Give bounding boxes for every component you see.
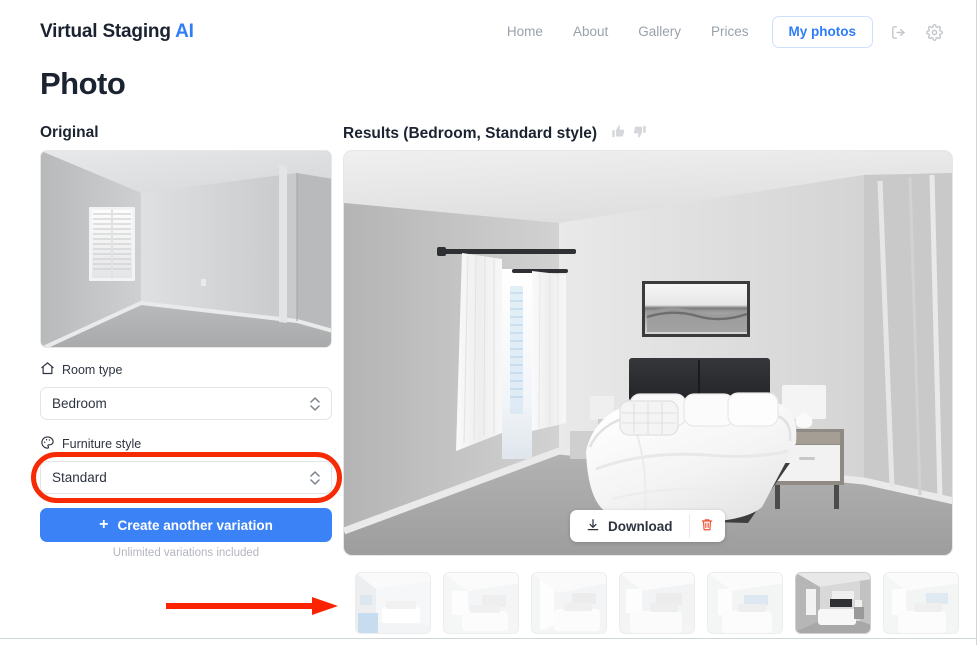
brand-name: Virtual Staging — [40, 21, 171, 42]
nav-item-home[interactable]: Home — [492, 16, 558, 48]
thumbnail-item-selected[interactable] — [795, 572, 871, 634]
page-title: Photo — [40, 66, 126, 101]
result-image-graphic — [344, 151, 952, 555]
thumbnail-item[interactable] — [619, 572, 695, 634]
furniture-style-label: Furniture style — [62, 437, 142, 451]
logout-icon[interactable] — [883, 17, 913, 47]
original-image-graphic — [41, 151, 331, 347]
rating-controls — [611, 124, 647, 144]
home-icon — [40, 361, 55, 379]
nav-item-about[interactable]: About — [558, 16, 623, 48]
chevron-updown-icon — [310, 396, 320, 411]
chevron-updown-icon — [310, 470, 320, 485]
palette-icon — [40, 435, 55, 453]
results-heading: Results (Bedroom, Standard style) — [343, 125, 598, 142]
download-icon — [586, 518, 600, 535]
room-type-label-group: Room type — [40, 361, 122, 379]
room-type-label: Room type — [62, 363, 123, 377]
result-image[interactable] — [343, 150, 953, 556]
original-heading: Original — [40, 124, 99, 141]
settings-gear-icon-glyph — [925, 23, 943, 41]
create-another-variation-button[interactable]: + Create another variation — [40, 508, 332, 542]
nav-item-prices[interactable]: Prices — [696, 16, 764, 48]
plus-icon: + — [99, 516, 109, 533]
create-button-label: Create another variation — [117, 517, 273, 533]
thumbnail-item[interactable] — [355, 572, 431, 634]
download-toolbar: Download — [570, 510, 725, 542]
download-label: Download — [608, 518, 673, 534]
page-bottom-divider — [0, 638, 977, 639]
furniture-style-select[interactable]: Standard — [40, 461, 332, 494]
logout-icon-glyph — [891, 25, 905, 39]
thumbnail-strip — [355, 572, 959, 634]
nav-item-my-photos[interactable]: My photos — [771, 16, 873, 48]
furniture-style-value: Standard — [52, 470, 107, 485]
settings-gear-icon[interactable] — [919, 17, 949, 47]
thumbnail-item[interactable] — [707, 572, 783, 634]
thumbnail-item[interactable] — [443, 572, 519, 634]
download-button[interactable]: Download — [570, 510, 689, 542]
trash-icon — [700, 517, 714, 535]
delete-button[interactable] — [690, 510, 725, 542]
brand-logo[interactable]: Virtual Staging AI — [40, 21, 194, 43]
thumbnail-item[interactable] — [531, 572, 607, 634]
annotation-arrow-to-thumbnails — [166, 595, 338, 617]
nav-item-gallery[interactable]: Gallery — [623, 16, 696, 48]
furniture-style-label-group: Furniture style — [40, 435, 141, 453]
thumbs-down-icon[interactable] — [632, 124, 647, 144]
nav-links: Home About Gallery Prices My photos — [492, 16, 949, 48]
results-heading-group: Results (Bedroom, Standard style) — [343, 124, 647, 144]
thumbs-up-icon[interactable] — [611, 124, 626, 144]
room-type-select[interactable]: Bedroom — [40, 387, 332, 420]
variations-caption: Unlimited variations included — [112, 547, 260, 559]
room-type-value: Bedroom — [52, 396, 107, 411]
brand-accent: AI — [175, 21, 194, 42]
original-image[interactable] — [40, 150, 332, 348]
thumbnail-item[interactable] — [883, 572, 959, 634]
top-navigation-bar: Virtual Staging AI Home About Gallery Pr… — [0, 0, 977, 62]
